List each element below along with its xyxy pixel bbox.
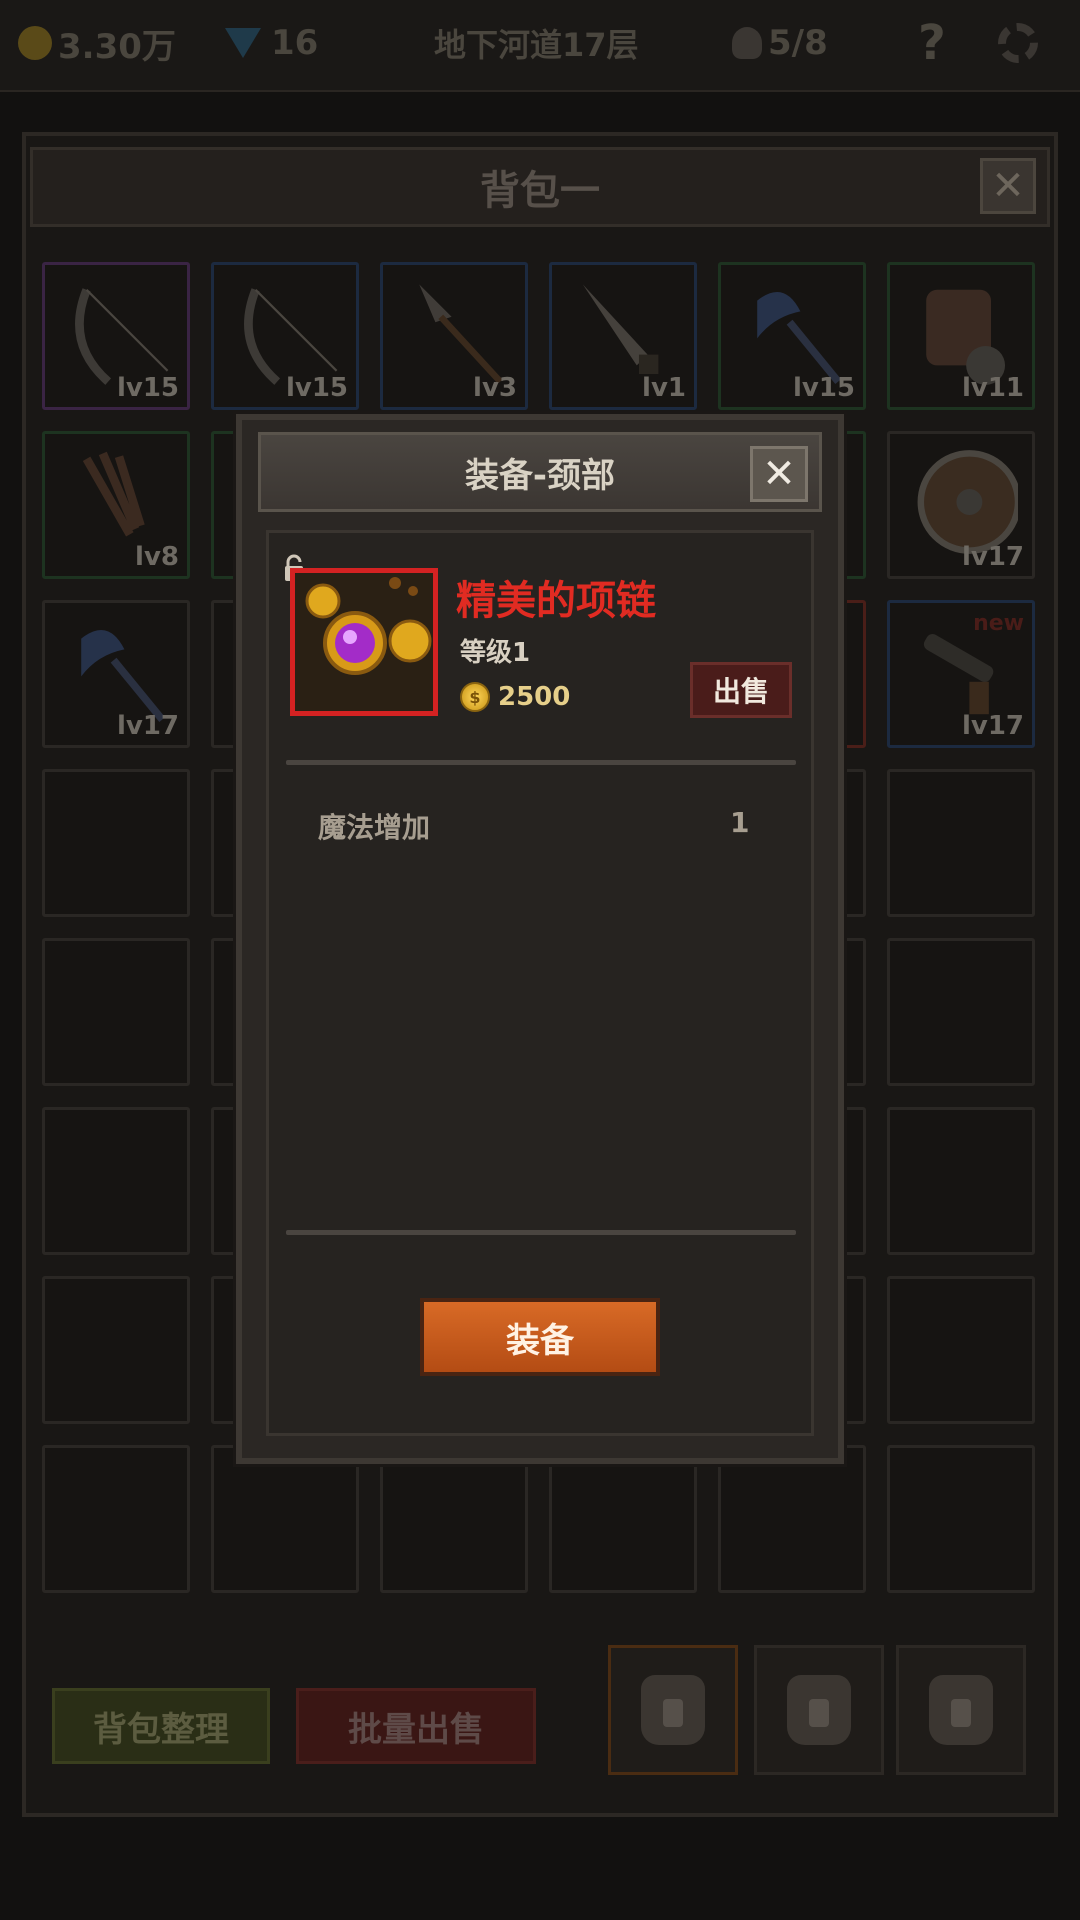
- necklace-icon: [295, 573, 433, 711]
- item-level: 等级1: [460, 638, 531, 668]
- divider: [286, 1230, 796, 1235]
- stat-name: 魔法增加: [318, 811, 431, 844]
- price-value: 2500: [498, 682, 571, 712]
- equip-button[interactable]: 装备: [420, 1298, 660, 1376]
- dialog-close-button[interactable]: ✕: [750, 446, 808, 502]
- gold-coin-icon: $: [460, 682, 490, 712]
- item-name: 精美的项链: [456, 578, 656, 624]
- sell-button[interactable]: 出售: [690, 662, 792, 718]
- divider: [286, 760, 796, 765]
- stat-value: 1: [730, 806, 750, 839]
- item-price: $ 2500: [460, 682, 570, 712]
- dialog-title: 装备-颈部: [464, 455, 616, 496]
- item-image: [290, 568, 438, 716]
